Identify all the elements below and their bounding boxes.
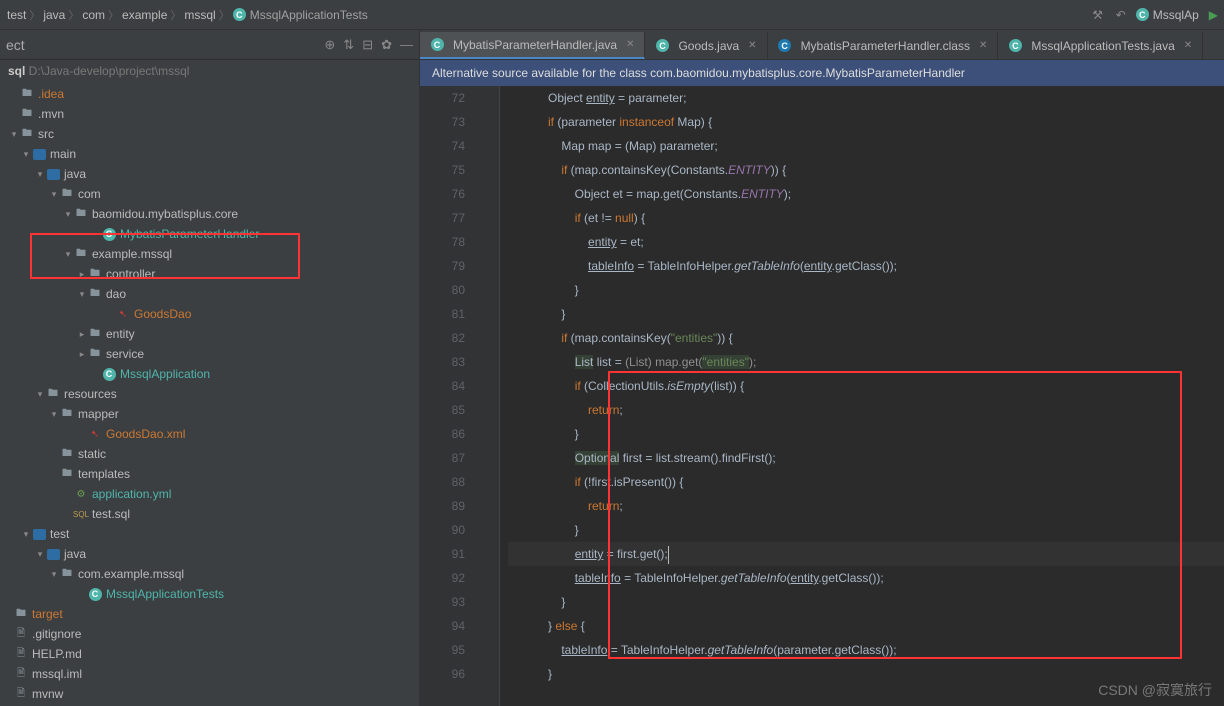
tree-item[interactable]: ▾🖿com.example.mssql <box>0 564 419 584</box>
tree-item[interactable]: SQLtest.sql <box>0 504 419 524</box>
hammer-icon[interactable]: ⚒ <box>1090 7 1106 23</box>
tree-item[interactable]: 🗎mvnw <box>0 684 419 704</box>
tree-item[interactable]: ▸🖿service <box>0 344 419 364</box>
gear-icon: ✿ <box>381 37 392 53</box>
tree-item[interactable]: ▾java <box>0 164 419 184</box>
breadcrumb-item[interactable]: test <box>6 8 27 22</box>
tree-item[interactable]: 🖿.idea <box>0 84 419 104</box>
tree-item[interactable]: ▾main <box>0 144 419 164</box>
tree-item[interactable]: ▾🖿dao <box>0 284 419 304</box>
tree-item[interactable]: CMssqlApplication <box>0 364 419 384</box>
project-tree[interactable]: 🖿.idea🖿.mvn▾🖿src▾main▾java▾🖿com▾🖿baomido… <box>0 82 419 706</box>
tree-item[interactable]: ▾🖿com <box>0 184 419 204</box>
tree-item[interactable]: ▾test <box>0 524 419 544</box>
breadcrumb-item[interactable]: example <box>121 8 168 22</box>
tree-item[interactable]: ▸🖿controller <box>0 264 419 284</box>
breadcrumb-item[interactable]: java <box>42 8 66 22</box>
collapse-icon: ⊟ <box>362 37 373 53</box>
tree-item[interactable]: ▾java <box>0 544 419 564</box>
project-path: sql D:\Java-develop\project\mssql <box>0 60 419 82</box>
sidebar-tools[interactable]: ⊕ ⇅ ⊟ ✿ — <box>324 37 413 53</box>
tree-item[interactable]: ➷GoodsDao <box>0 304 419 324</box>
sidebar-title: ect <box>6 37 25 53</box>
run-configuration[interactable]: C MssqlAp <box>1136 8 1199 22</box>
tree-item[interactable]: ▾🖿example.mssql <box>0 244 419 264</box>
project-sidebar: ect ⊕ ⇅ ⊟ ✿ — sql D:\Java-develop\project\… <box>0 30 420 706</box>
editor-tab[interactable]: CGoods.java✕ <box>645 32 767 59</box>
tree-item[interactable]: ▾🖿baomidou.mybatisplus.core <box>0 204 419 224</box>
editor-tab[interactable]: CMybatisParameterHandler.java✕ <box>420 32 645 59</box>
breadcrumb-item[interactable]: C MssqlApplicationTests <box>232 8 369 22</box>
editor-tabs[interactable]: CMybatisParameterHandler.java✕CGoods.jav… <box>420 30 1224 60</box>
tree-item[interactable]: ⚙application.yml <box>0 484 419 504</box>
tree-item[interactable]: CMybatisParameterHandler <box>0 224 419 244</box>
tree-item[interactable]: ➷GoodsDao.xml <box>0 424 419 444</box>
source-banner[interactable]: Alternative source available for the cla… <box>420 60 1224 86</box>
code-editor[interactable]: 7273747576777879808182838485868788899091… <box>420 86 1224 706</box>
close-icon[interactable]: ✕ <box>748 40 756 51</box>
close-icon[interactable]: ✕ <box>626 39 634 50</box>
back-icon[interactable]: ↶ <box>1116 8 1126 22</box>
tree-item[interactable]: 🖿templates <box>0 464 419 484</box>
fold-gutter[interactable] <box>475 86 500 706</box>
watermark: CSDN @寂寞旅行 <box>1098 680 1212 700</box>
target-icon: ⊕ <box>324 37 335 53</box>
breadcrumb[interactable]: test〉java〉com〉example〉mssql〉C MssqlAppli… <box>6 7 369 23</box>
close-icon[interactable]: ✕ <box>1184 40 1192 51</box>
tree-item[interactable]: ▾🖿resources <box>0 384 419 404</box>
tree-item[interactable]: 🖿.mvn <box>0 104 419 124</box>
tree-item[interactable]: 🗎HELP.md <box>0 644 419 664</box>
tree-item[interactable]: CMssqlApplicationTests <box>0 584 419 604</box>
close-icon[interactable]: ✕ <box>979 40 987 51</box>
tree-item[interactable]: ▸🖿entity <box>0 324 419 344</box>
hide-icon: — <box>400 37 413 53</box>
editor-tab[interactable]: CMssqlApplicationTests.java✕ <box>998 32 1203 59</box>
code-content[interactable]: Object entity = parameter; if (parameter… <box>500 86 1224 706</box>
tree-item[interactable]: 🗎mssql.iml <box>0 664 419 684</box>
tree-item[interactable]: ▾🖿mapper <box>0 404 419 424</box>
run-icon[interactable]: ▶ <box>1209 8 1218 22</box>
editor-tab[interactable]: CMybatisParameterHandler.class✕ <box>768 32 999 59</box>
breadcrumb-item[interactable]: mssql <box>183 8 216 22</box>
line-gutter: 7273747576777879808182838485868788899091… <box>420 86 475 706</box>
top-toolbar: test〉java〉com〉example〉mssql〉C MssqlAppli… <box>0 0 1224 30</box>
tree-item[interactable]: 🖿target <box>0 604 419 624</box>
expand-icon: ⇅ <box>343 37 354 53</box>
breadcrumb-item[interactable]: com <box>81 8 106 22</box>
tree-item[interactable]: ▾🖿src <box>0 124 419 144</box>
tree-item[interactable]: 🖿static <box>0 444 419 464</box>
tree-item[interactable]: 🗎.gitignore <box>0 624 419 644</box>
